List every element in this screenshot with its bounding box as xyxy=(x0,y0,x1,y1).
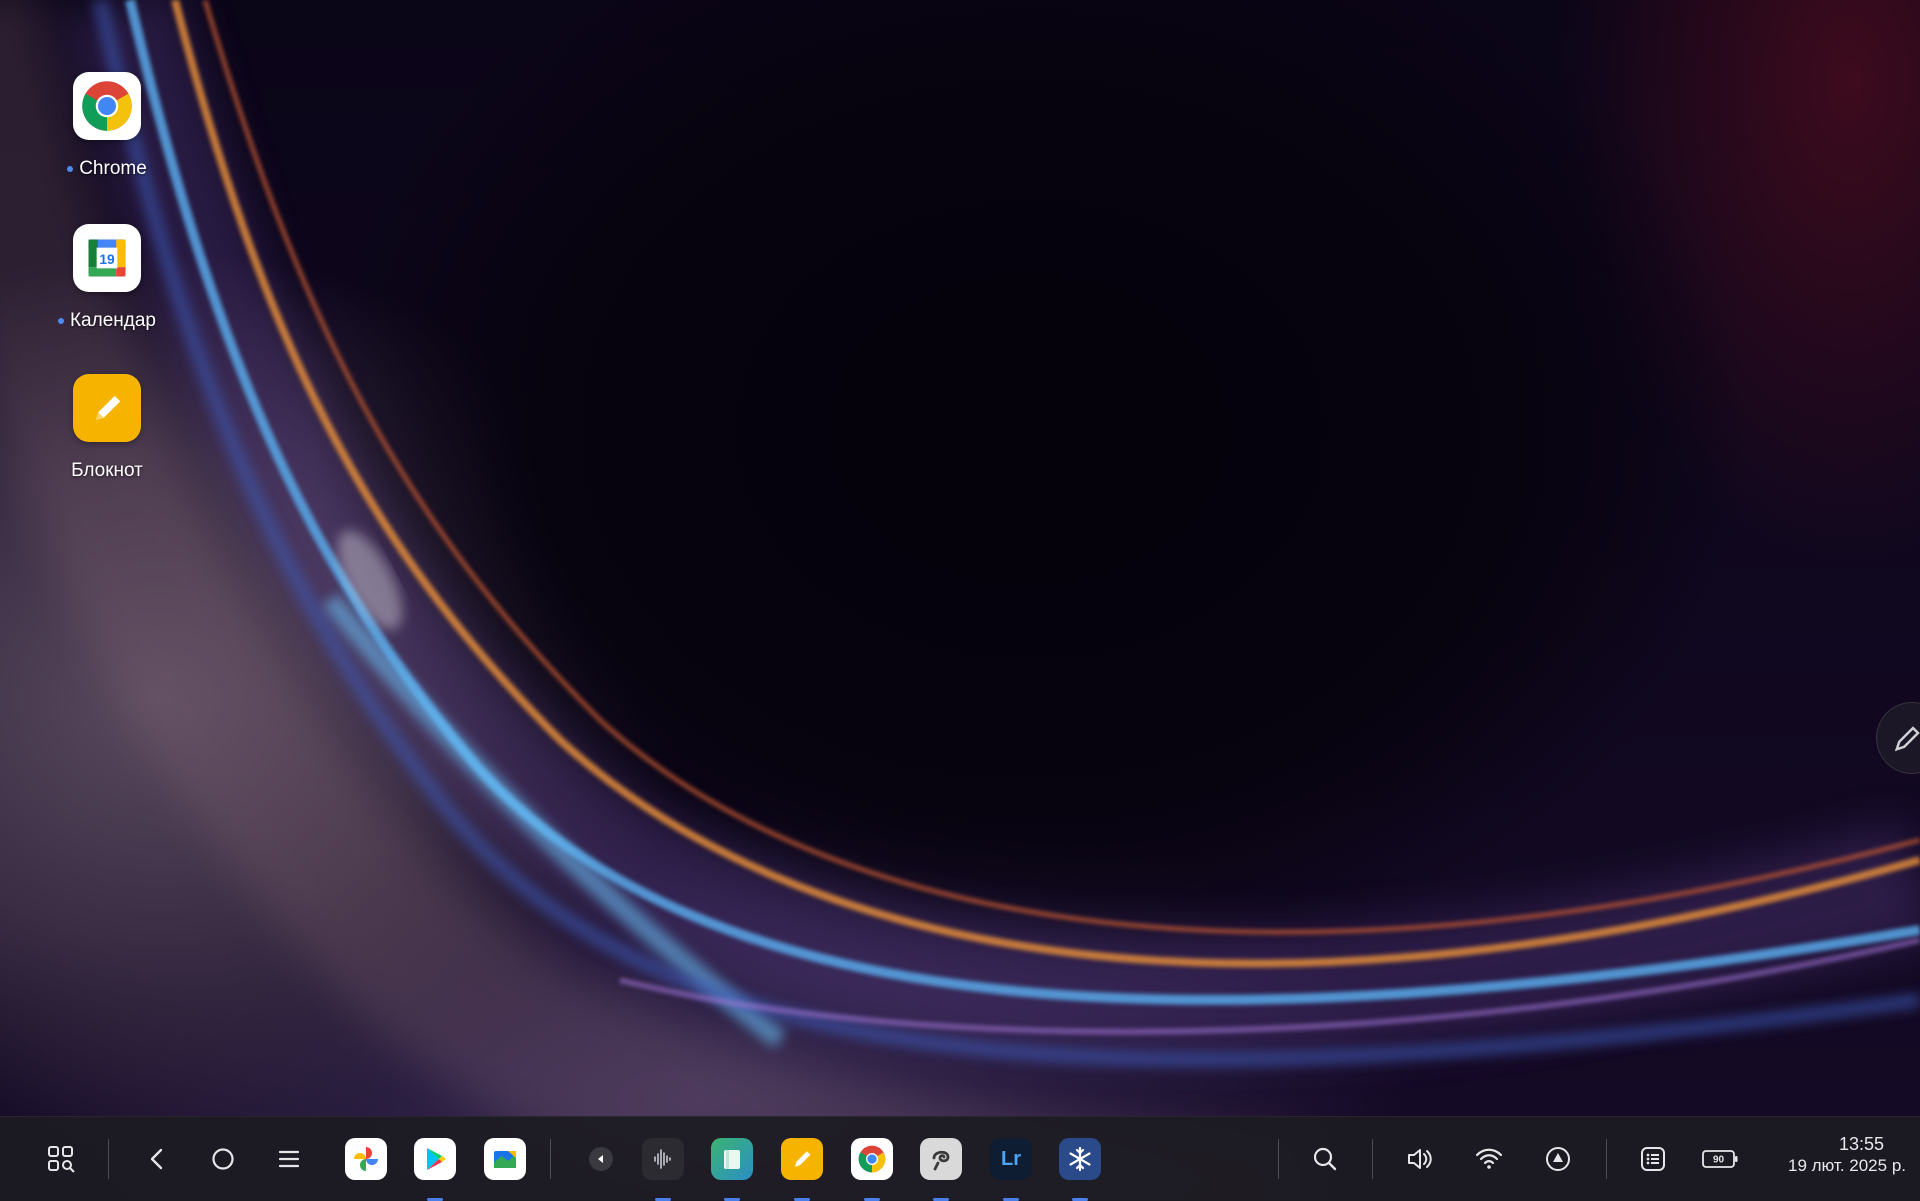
battery-icon: 90 xyxy=(1702,1150,1738,1168)
photos-icon xyxy=(345,1138,387,1180)
taskbar-separator xyxy=(550,1139,551,1179)
chrome-icon xyxy=(73,72,141,140)
desktop-icon-label: Блокнот xyxy=(71,460,143,481)
play-store-icon xyxy=(414,1138,456,1180)
running-app-chrome[interactable] xyxy=(851,1117,893,1201)
wallpaper xyxy=(0,0,1920,1200)
files-icon xyxy=(484,1138,526,1180)
running-app-lightroom[interactable]: Lr xyxy=(990,1117,1032,1201)
running-app-snowflake[interactable] xyxy=(1059,1117,1101,1201)
new-app-dot xyxy=(67,166,74,172)
search-button[interactable] xyxy=(1304,1117,1346,1201)
notifications-button[interactable] xyxy=(1632,1117,1674,1201)
battery-level: 90 xyxy=(1713,1155,1725,1166)
clock-time: 13:55 xyxy=(1838,1134,1884,1154)
snowflake-icon xyxy=(1059,1138,1101,1180)
desktop-icon-calendar[interactable]: 19 Календар xyxy=(37,224,177,332)
running-app-books[interactable] xyxy=(711,1117,753,1201)
notepad-icon xyxy=(73,374,141,442)
pinned-app-files[interactable] xyxy=(484,1117,526,1201)
triangle-left-icon xyxy=(589,1147,613,1171)
notifications-icon xyxy=(1641,1147,1665,1171)
recents-button[interactable] xyxy=(268,1117,310,1201)
navigation-icon xyxy=(1546,1147,1570,1171)
taskbar-separator xyxy=(1606,1139,1607,1179)
back-icon xyxy=(150,1148,163,1170)
taskbar-separator xyxy=(1278,1139,1279,1179)
recents-icon xyxy=(278,1150,300,1168)
search-icon xyxy=(1313,1147,1337,1171)
wifi-button[interactable] xyxy=(1468,1117,1510,1201)
new-app-dot xyxy=(57,318,64,324)
notepad-icon xyxy=(781,1138,823,1180)
calendar-icon: 19 xyxy=(73,224,141,292)
pinned-app-play-store[interactable] xyxy=(414,1117,456,1201)
volume-button[interactable] xyxy=(1398,1117,1440,1201)
navigation-button[interactable] xyxy=(1537,1117,1579,1201)
clip-studio-icon xyxy=(920,1138,962,1180)
app-grid-button[interactable] xyxy=(40,1117,82,1201)
running-app-clip-studio[interactable] xyxy=(920,1117,962,1201)
running-app-sound-recorder[interactable] xyxy=(642,1117,684,1201)
collapse-apps-button[interactable] xyxy=(586,1117,616,1201)
desktop-icon-label: Календар xyxy=(69,310,156,331)
calendar-day-number: 19 xyxy=(99,252,115,267)
taskbar: Lr 90 13:55 19 лют. 2025 р. xyxy=(0,1116,1920,1201)
wallpaper-light-streaks xyxy=(0,0,1920,1200)
lightroom-icon: Lr xyxy=(990,1138,1032,1180)
taskbar-separator xyxy=(1372,1139,1373,1179)
taskbar-separator xyxy=(108,1139,109,1179)
books-icon xyxy=(711,1138,753,1180)
running-app-notepad[interactable] xyxy=(781,1117,823,1201)
volume-icon xyxy=(1408,1149,1432,1169)
home-icon xyxy=(212,1148,234,1170)
desktop-icon-label: Chrome xyxy=(79,158,147,179)
app-grid-icon xyxy=(48,1146,75,1173)
desktop-icon-notepad[interactable]: Блокнот xyxy=(37,374,177,482)
back-button[interactable] xyxy=(136,1117,178,1201)
pinned-app-photos[interactable] xyxy=(345,1117,387,1201)
pencil-icon xyxy=(1894,726,1920,752)
desktop-icon-chrome[interactable]: Chrome xyxy=(37,72,177,180)
battery-status[interactable]: 90 xyxy=(1700,1117,1740,1201)
wifi-icon xyxy=(1475,1148,1503,1169)
chrome-icon xyxy=(851,1138,893,1180)
lightroom-logo-text: Lr xyxy=(1001,1147,1021,1170)
clock[interactable]: 13:55 19 лют. 2025 р. xyxy=(1752,1133,1906,1177)
clock-date: 19 лют. 2025 р. xyxy=(1788,1156,1906,1175)
home-button[interactable] xyxy=(202,1117,244,1201)
sound-recorder-icon xyxy=(642,1138,684,1180)
